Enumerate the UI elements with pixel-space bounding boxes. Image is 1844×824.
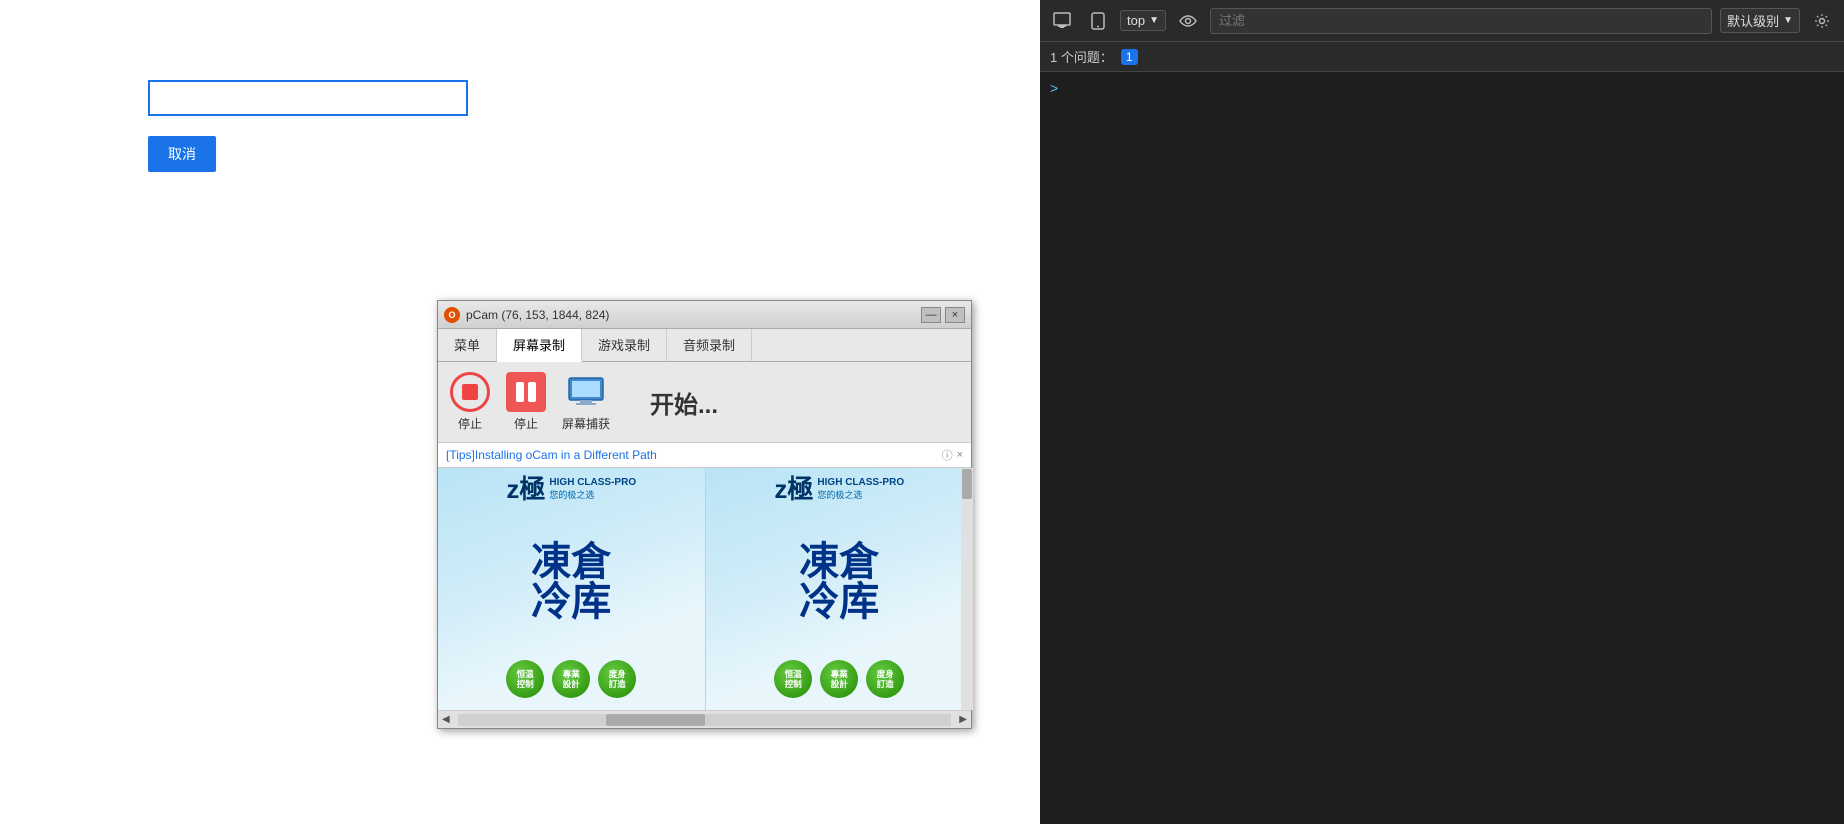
devtools-panel: top ▼ 默认级别 ▼ 1 个问题： 1	[1040, 0, 1844, 824]
devtools-level-chevron: ▼	[1783, 15, 1793, 26]
ocam-ad-bar: [Tips]Installing oCam in a Different Pat…	[438, 443, 971, 468]
pause-bar-right	[528, 382, 536, 402]
devtools-eye-button[interactable]	[1174, 7, 1202, 35]
ocam-capture-button[interactable]: 屏幕捕获	[562, 372, 610, 432]
ad-right-brand-row: z極 HIGH CLASS-PRO 您的极之选	[774, 476, 904, 502]
ocam-bottom-bar: ◀ ▶	[438, 710, 971, 728]
ad-left-circles: 恒温 控制 專業 設計 度身 訂造	[506, 660, 636, 702]
ocam-horizontal-thumb	[606, 714, 705, 726]
ocam-scroll-left-button[interactable]: ◀	[438, 714, 454, 725]
ocam-window-buttons: — ×	[921, 307, 965, 323]
cancel-button[interactable]: 取消	[148, 136, 216, 172]
ocam-ad-right: z極 HIGH CLASS-PRO 您的极之选 凍倉 冷库 恒温 控制 專業 設…	[706, 468, 974, 710]
pause-label: 停止	[514, 415, 538, 432]
screen-capture-icon	[566, 372, 606, 412]
ad-right-circles: 恒温 控制 專業 設計 度身 訂造	[774, 660, 904, 702]
ad-right-brand: z極 HIGH CLASS-PRO 您的极之选	[714, 476, 966, 504]
ocam-ad-info-button[interactable]: ⓘ	[942, 447, 953, 463]
devtools-issues-bar: 1 个问题： 1	[1040, 42, 1844, 72]
ocam-minimize-button[interactable]: —	[921, 307, 941, 323]
ocam-tabs: 菜单 屏幕录制 游戏录制 音频录制	[438, 329, 971, 362]
ad-left-brand-row: z極 HIGH CLASS-PRO 您的极之选	[506, 476, 636, 502]
stop-icon	[450, 372, 490, 412]
ad-left-text2: 冷库	[531, 582, 611, 622]
stop-inner-icon	[462, 384, 478, 400]
ad-right-brand-name: HIGH CLASS-PRO	[817, 477, 904, 488]
capture-label: 屏幕捕获	[562, 415, 610, 432]
ad-left-brand-name: HIGH CLASS-PRO	[549, 477, 636, 488]
ad-left-text1: 凍倉	[531, 542, 611, 582]
devtools-frame-label: top	[1127, 13, 1145, 28]
ocam-ad-scrollbar[interactable]	[961, 468, 973, 710]
ad-right-brand-sub: 您的极之选	[817, 488, 904, 501]
stop-label: 停止	[458, 415, 482, 432]
ocam-status-text: 开始...	[650, 385, 718, 420]
devtools-frame-chevron: ▼	[1149, 15, 1159, 26]
pause-icon	[506, 372, 546, 412]
devtools-device-button[interactable]	[1084, 7, 1112, 35]
ocam-toolbar: 停止 停止	[438, 362, 971, 443]
main-area: 取消 O pCam (76, 153, 1844, 824) — × 菜单 屏幕…	[0, 0, 1040, 824]
text-input[interactable]	[148, 80, 468, 116]
ocam-close-button[interactable]: ×	[945, 307, 965, 323]
ocam-app-icon: O	[444, 307, 460, 323]
ad-left-main-text: 凍倉 冷库	[531, 542, 611, 622]
devtools-frame-selector[interactable]: top ▼	[1120, 10, 1166, 31]
ocam-title-text: pCam (76, 153, 1844, 824)	[466, 308, 921, 322]
devtools-filter-input[interactable]	[1210, 8, 1712, 34]
ocam-titlebar: O pCam (76, 153, 1844, 824) — ×	[438, 301, 971, 329]
ad-right-main-text: 凍倉 冷库	[799, 542, 879, 622]
ocam-ad-content: z極 HIGH CLASS-PRO 您的极之选 凍倉 冷库 恒温 控制 專業 設…	[438, 468, 973, 710]
ad-right-text1: 凍倉	[799, 542, 879, 582]
ocam-ad-close-button[interactable]: ×	[957, 447, 963, 463]
ad-left-circle-1: 恒温 控制	[506, 660, 544, 698]
ocam-scrollbar-thumb	[962, 469, 972, 499]
ocam-ad-controls: ⓘ ×	[942, 447, 963, 463]
ad-right-brand-text: HIGH CLASS-PRO 您的极之选	[817, 477, 904, 501]
pause-bar-left	[516, 382, 524, 402]
devtools-settings-button[interactable]	[1808, 7, 1836, 35]
ocam-button-group: 停止 停止	[450, 372, 610, 432]
devtools-level-dropdown[interactable]: 默认级别 ▼	[1720, 8, 1800, 33]
devtools-issues-text: 1 个问题：	[1050, 47, 1113, 66]
devtools-level-label: 默认级别	[1727, 11, 1779, 30]
ad-left-circle-2: 專業 設計	[552, 660, 590, 698]
devtools-expand-arrow[interactable]: >	[1050, 80, 1058, 96]
ad-right-text2: 冷库	[799, 582, 879, 622]
devtools-inspect-button[interactable]	[1048, 7, 1076, 35]
ocam-scroll-right-button[interactable]: ▶	[955, 714, 971, 725]
ad-right-logo: z極	[774, 476, 813, 502]
ocam-tab-audio-record[interactable]: 音频录制	[667, 329, 752, 361]
devtools-toolbar: top ▼ 默认级别 ▼	[1040, 0, 1844, 42]
ocam-pause-button[interactable]: 停止	[506, 372, 546, 432]
ocam-stop-button[interactable]: 停止	[450, 372, 490, 432]
input-container: 取消	[148, 80, 468, 172]
ocam-ad-left: z極 HIGH CLASS-PRO 您的极之选 凍倉 冷库 恒温 控制 專業 設…	[438, 468, 706, 710]
ad-right-circle-3: 度身 訂造	[866, 660, 904, 698]
ocam-window: O pCam (76, 153, 1844, 824) — × 菜单 屏幕录制 …	[437, 300, 972, 729]
ocam-ad-link[interactable]: [Tips]Installing oCam in a Different Pat…	[446, 448, 657, 462]
devtools-console-content: >	[1040, 72, 1844, 824]
ad-left-brand-sub: 您的极之选	[549, 488, 636, 501]
devtools-issues-badge: 1	[1121, 49, 1138, 65]
ad-right-circle-1: 恒温 控制	[774, 660, 812, 698]
ocam-tab-screen-record[interactable]: 屏幕录制	[497, 329, 582, 362]
ocam-tab-menu[interactable]: 菜单	[438, 329, 497, 361]
ad-left-logo: z極	[506, 476, 545, 502]
ad-left-circle-3: 度身 訂造	[598, 660, 636, 698]
ocam-tab-game-record[interactable]: 游戏录制	[582, 329, 667, 361]
ad-right-circle-2: 專業 設計	[820, 660, 858, 698]
ocam-horizontal-scrollbar[interactable]	[458, 714, 952, 726]
ad-left-brand-text: HIGH CLASS-PRO 您的极之选	[549, 477, 636, 501]
ad-left-brand: z極 HIGH CLASS-PRO 您的极之选	[446, 476, 697, 504]
